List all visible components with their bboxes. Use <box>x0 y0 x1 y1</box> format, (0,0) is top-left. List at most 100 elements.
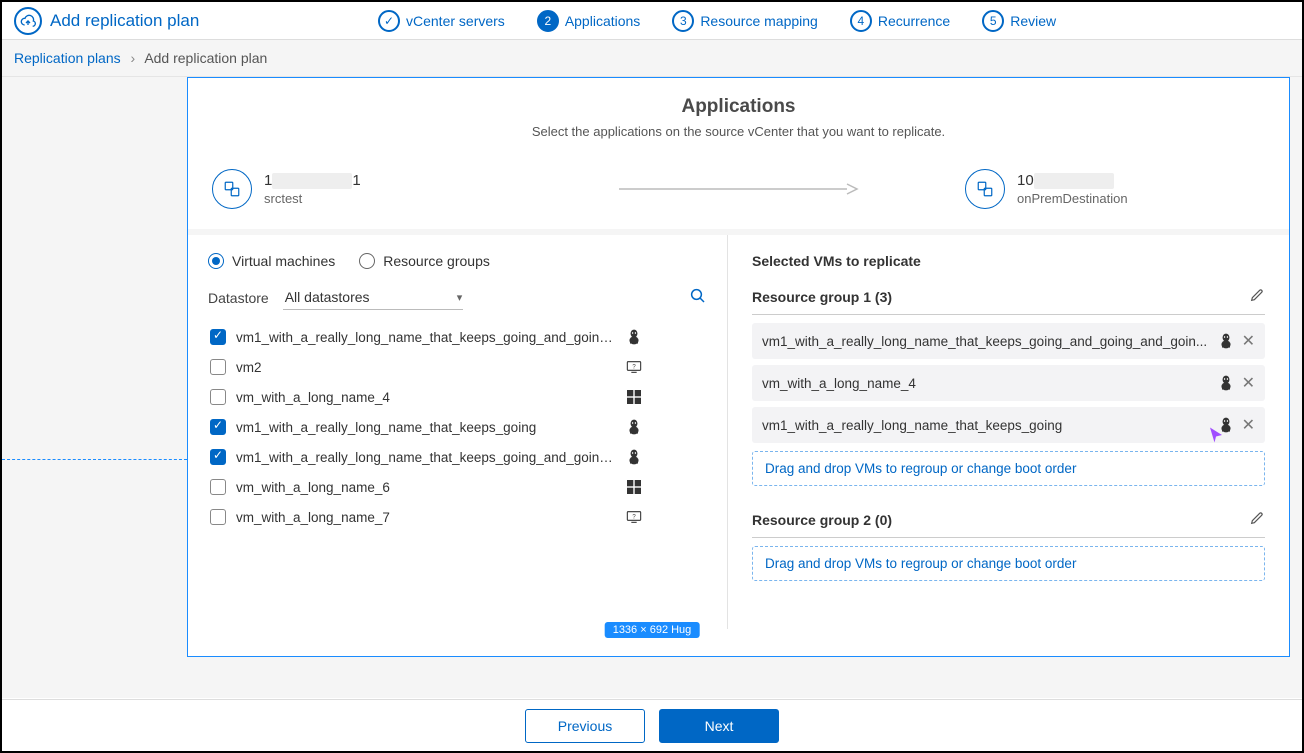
datastore-label: Datastore <box>208 290 269 306</box>
step-number-icon: 2 <box>537 10 559 32</box>
selected-vm-name: vm_with_a_long_name_4 <box>762 376 1210 391</box>
step-label: Recurrence <box>878 13 950 29</box>
selected-vm-name: vm1_with_a_really_long_name_that_keeps_g… <box>762 418 1210 433</box>
remove-icon[interactable]: ✕ <box>1242 373 1255 393</box>
datastore-filter-row: Datastore All datastores ▾ <box>208 285 707 310</box>
vm-row[interactable]: vm2? <box>208 352 707 382</box>
body-split: Virtual machines Resource groups Datasto… <box>188 229 1289 629</box>
radio-resource-groups[interactable]: Resource groups <box>359 253 490 269</box>
resource-group-title: Resource group 2 (0) <box>752 512 892 528</box>
vm-checkbox[interactable] <box>210 359 226 375</box>
vm-checkbox[interactable] <box>210 479 226 495</box>
vm-checkbox[interactable] <box>210 389 226 405</box>
wizard-footer: Previous Next <box>2 699 1302 751</box>
radio-rg-input[interactable] <box>359 253 375 269</box>
resource-group-header: Resource group 2 (0) <box>752 506 1265 538</box>
vcenter-icon <box>212 169 252 209</box>
dest-endpoint: 10 onPremDestination <box>965 169 1265 209</box>
vm-row[interactable]: vm1_with_a_really_long_name_that_keeps_g… <box>208 412 707 442</box>
vm-name: vm1_with_a_really_long_name_that_keeps_g… <box>236 420 616 435</box>
wizard-step-recurrence[interactable]: 4 Recurrence <box>850 10 950 32</box>
vm-name: vm_with_a_long_name_7 <box>236 510 616 525</box>
datastore-select[interactable]: All datastores <box>283 285 463 310</box>
unknown-icon: ? <box>626 509 642 525</box>
breadcrumb-current: Add replication plan <box>144 50 267 66</box>
step-label: Applications <box>565 13 641 29</box>
dest-name: onPremDestination <box>1017 191 1128 206</box>
linux-icon <box>1218 333 1234 349</box>
vm-row[interactable]: vm_with_a_long_name_6 <box>208 472 707 502</box>
redacted-block <box>1034 173 1114 189</box>
vm-row[interactable]: vm_with_a_long_name_7? <box>208 502 707 532</box>
vm-name: vm2 <box>236 360 616 375</box>
svg-text:?: ? <box>632 514 636 520</box>
radio-vm-input[interactable] <box>208 253 224 269</box>
drop-zone[interactable]: Drag and drop VMs to regroup or change b… <box>752 451 1265 486</box>
vm-checkbox[interactable] <box>210 509 226 525</box>
svg-text:?: ? <box>632 364 636 370</box>
remove-icon[interactable]: ✕ <box>1242 331 1255 351</box>
selected-vm-row[interactable]: vm1_with_a_really_long_name_that_keeps_g… <box>752 323 1265 359</box>
step-label: Resource mapping <box>700 13 818 29</box>
source-ip-suffix: 1 <box>352 172 360 189</box>
radio-virtual-machines[interactable]: Virtual machines <box>208 253 335 269</box>
wizard-panel: Applications Select the applications on … <box>187 77 1290 657</box>
selected-vm-row[interactable]: vm1_with_a_really_long_name_that_keeps_g… <box>752 407 1265 443</box>
vm-name: vm1_with_a_really_long_name_that_keeps_g… <box>236 330 616 345</box>
wizard-header: Add replication plan ✓ vCenter servers 2 Ap… <box>2 2 1302 40</box>
view-mode-radios: Virtual machines Resource groups <box>208 253 707 269</box>
step-label: Review <box>1010 13 1056 29</box>
breadcrumb-root[interactable]: Replication plans <box>14 50 121 66</box>
remove-icon[interactable]: ✕ <box>1242 415 1255 435</box>
edit-icon[interactable] <box>1249 287 1265 306</box>
radio-vm-label: Virtual machines <box>232 253 335 269</box>
step-number-icon: 4 <box>850 10 872 32</box>
step-label: vCenter servers <box>406 13 505 29</box>
linux-icon <box>626 419 642 435</box>
wizard-steps: ✓ vCenter servers 2 Applications 3Resource m… <box>378 10 1056 32</box>
vm-list: vm1_with_a_really_long_name_that_keeps_g… <box>208 322 707 532</box>
panel-subtitle: Select the applications on the source vC… <box>188 124 1289 139</box>
wizard-title-block: Add replication plan <box>14 7 354 35</box>
main-outer: Applications Select the applications on … <box>2 77 1302 698</box>
breadcrumb: Replication plans › Add replication plan <box>2 40 1302 77</box>
dest-ip-prefix: 10 <box>1017 172 1034 189</box>
previous-button[interactable]: Previous <box>525 709 645 743</box>
source-dest-bar: 11 srctest 10 onPremDestination <box>188 149 1289 229</box>
vm-name: vm_with_a_long_name_6 <box>236 480 616 495</box>
vm-checkbox[interactable] <box>210 449 226 465</box>
cloud-upload-icon <box>14 7 42 35</box>
vm-row[interactable]: vm1_with_a_really_long_name_that_keeps_g… <box>208 322 707 352</box>
selected-vm-row[interactable]: vm_with_a_long_name_4 ✕ <box>752 365 1265 401</box>
cursor-hint-icon <box>1207 426 1225 449</box>
wizard-step-review[interactable]: 5 Review <box>982 10 1056 32</box>
edit-icon[interactable] <box>1249 510 1265 529</box>
windows-icon <box>626 479 642 495</box>
design-guide-horizontal <box>2 459 187 460</box>
wizard-step-vcenter-servers[interactable]: ✓ vCenter servers <box>378 10 505 32</box>
vm-checkbox[interactable] <box>210 329 226 345</box>
wizard-step-resource-mapping[interactable]: 3Resource mapping <box>672 10 818 32</box>
windows-icon <box>626 389 642 405</box>
wizard-step-applications[interactable]: 2 Applications <box>537 10 641 32</box>
drop-zone[interactable]: Drag and drop VMs to regroup or change b… <box>752 546 1265 581</box>
unknown-icon: ? <box>626 359 642 375</box>
radio-rg-label: Resource groups <box>383 253 490 269</box>
resource-group-header: Resource group 1 (3) <box>752 283 1265 315</box>
step-number-icon: 5 <box>982 10 1004 32</box>
source-endpoint: 11 srctest <box>212 169 512 209</box>
source-ip-prefix: 1 <box>264 172 272 189</box>
search-icon[interactable] <box>689 287 707 308</box>
linux-icon <box>626 329 642 345</box>
vm-checkbox[interactable] <box>210 419 226 435</box>
check-icon: ✓ <box>378 10 400 32</box>
flow-arrow-icon <box>512 183 965 195</box>
wizard-title: Add replication plan <box>50 11 199 31</box>
redacted-block <box>272 173 352 189</box>
vm-row[interactable]: vm1_with_a_really_long_name_that_keeps_g… <box>208 442 707 472</box>
selected-vm-name: vm1_with_a_really_long_name_that_keeps_g… <box>762 334 1210 349</box>
linux-icon <box>626 449 642 465</box>
next-button[interactable]: Next <box>659 709 779 743</box>
vm-row[interactable]: vm_with_a_long_name_4 <box>208 382 707 412</box>
selected-vms-title: Selected VMs to replicate <box>752 253 1265 269</box>
